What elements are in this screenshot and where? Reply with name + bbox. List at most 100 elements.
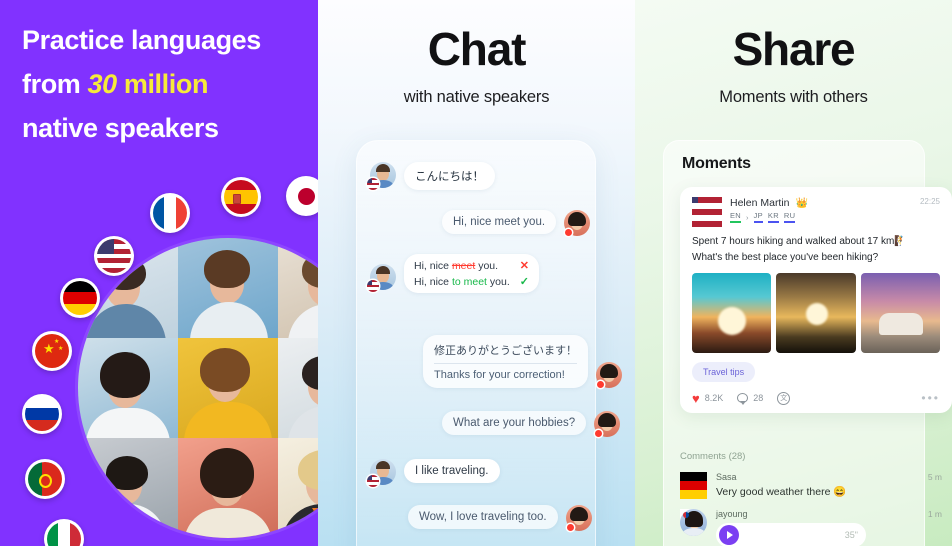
flag-france: [150, 193, 190, 233]
headline-line-2-pre: from: [22, 69, 88, 99]
comment-action[interactable]: 28: [737, 393, 764, 405]
comment-time: 5 m: [927, 472, 942, 482]
headline-line-2-post: million: [116, 69, 209, 99]
comment-text: Very good weather there 😄: [716, 486, 847, 498]
avatar: [367, 459, 396, 487]
correction-right-pre: Hi, nice: [414, 275, 452, 288]
avatar: [367, 162, 396, 190]
chat-title: Chat: [427, 23, 527, 75]
flag-spain: [221, 177, 261, 217]
moment-post[interactable]: Helen Martin 👑 EN › JP KR RU 22:25 Spent…: [680, 187, 952, 413]
message-bubble[interactable]: こんにちは！: [404, 162, 495, 190]
flag-germany: [60, 278, 100, 318]
flag-china: ★ ★ ★: [32, 331, 72, 371]
promo-panel: Practice languages from 30 million nativ…: [0, 0, 318, 546]
comment-author: Sasa: [716, 472, 737, 482]
chat-message-row: Hi, nice meet you.: [442, 210, 591, 236]
avatar: [565, 505, 592, 531]
post-photo[interactable]: [860, 273, 940, 353]
correction-right-post: you.: [486, 275, 510, 288]
moments-card: Moments Helen Martin 👑 EN › JP KR RU 22:…: [663, 140, 952, 546]
flag-usa-mini: [367, 280, 379, 292]
post-tag-chip[interactable]: Travel tips: [692, 362, 756, 382]
headline-number: 30: [87, 69, 118, 99]
correction-wrong-line: Hi, nice meet you. ✕: [414, 259, 529, 273]
comment-count: 28: [753, 393, 764, 403]
comments-header-count: (28): [728, 451, 746, 462]
dual-line-translation: Thanks for your correction!: [434, 369, 565, 381]
lang-tag-ru: RU: [783, 211, 796, 223]
lang-tag-en: EN: [730, 211, 742, 223]
post-photo[interactable]: [692, 273, 772, 353]
promo-headline: Practice languages from 30 million nativ…: [22, 18, 312, 150]
post-body: Spent 7 hours hiking and walked about 17…: [692, 234, 940, 265]
post-photo-grid: [692, 273, 940, 353]
correction-right-line: Hi, nice to meet you. ✓: [414, 275, 529, 289]
moments-card-title: Moments: [682, 155, 751, 172]
voice-message[interactable]: 35": [716, 523, 866, 546]
lang-tag-jp: JP: [753, 211, 763, 223]
correction-wrong-post: you.: [475, 259, 499, 272]
share-title: Share: [732, 23, 856, 75]
headline-line-1: Practice languages: [22, 25, 261, 55]
avatar: [564, 210, 591, 236]
comment-item[interactable]: jayoung 1 m 35": [680, 509, 942, 546]
chevron-right-icon: ›: [746, 212, 749, 222]
comment-icon: [737, 393, 749, 405]
play-icon[interactable]: [719, 525, 739, 545]
share-subtitle: Moments with others: [719, 88, 868, 106]
dual-message-bubble[interactable]: 修正ありがとうございます！ Thanks for your correction…: [423, 335, 588, 388]
flag-usa-mini: [692, 197, 722, 227]
post-language-tags: EN › JP KR RU: [730, 211, 808, 223]
message-bubble[interactable]: What are your hobbies?: [442, 411, 587, 435]
post-photo[interactable]: [776, 273, 856, 353]
more-icon[interactable]: •••: [921, 391, 940, 405]
message-bubble[interactable]: Wow, I love traveling too.: [408, 505, 558, 529]
cross-icon: ✕: [519, 260, 529, 272]
avatar[interactable]: [680, 509, 707, 536]
post-action-bar: ♥ 8.2K 28 文 •••: [692, 391, 940, 405]
chat-message-row: I like traveling.: [367, 459, 500, 487]
chat-message-row: こんにちは！: [367, 162, 495, 190]
avatar[interactable]: [692, 197, 722, 227]
unread-dot: [565, 229, 573, 236]
message-bubble[interactable]: I like traveling.: [404, 459, 500, 483]
chat-message-row: Wow, I love traveling too.: [408, 505, 592, 531]
lang-tag-kr: KR: [767, 211, 779, 223]
chat-message-row: 修正ありがとうございます！ Thanks for your correction…: [423, 335, 622, 388]
translate-action[interactable]: 文: [777, 391, 791, 405]
message-bubble[interactable]: Hi, nice meet you.: [442, 210, 557, 234]
crown-icon: 👑: [795, 197, 808, 209]
comment-item[interactable]: Sasa 5 m Very good weather there 😄: [680, 472, 942, 499]
screenshot-stage: Practice languages from 30 million nativ…: [0, 0, 952, 546]
post-header: Helen Martin 👑 EN › JP KR RU 22:25: [692, 197, 940, 227]
post-body-line-2: What's the best place you've been hiking…: [692, 251, 879, 263]
flag-italy: [44, 519, 84, 546]
heart-icon: ♥: [692, 390, 700, 406]
like-action[interactable]: ♥ 8.2K: [692, 392, 723, 405]
avatar[interactable]: [680, 472, 707, 499]
avatar: [594, 411, 621, 437]
share-panel: Share Moments with others Moments Helen …: [635, 0, 952, 546]
chat-subtitle: with native speakers: [403, 88, 550, 106]
translate-icon: 文: [777, 391, 791, 405]
post-body-line-1: Spent 7 hours hiking and walked about 17…: [692, 236, 895, 247]
flag-usa: [94, 236, 134, 276]
check-icon: ✓: [519, 276, 529, 288]
chat-message-row: Hi, nice meet you. ✕ Hi, nice to meet yo…: [367, 254, 539, 293]
correction-right-green: to meet: [451, 275, 487, 288]
flag-russia: [22, 394, 62, 434]
dual-line-original: 修正ありがとうございます！: [434, 342, 577, 364]
correction-bubble[interactable]: Hi, nice meet you. ✕ Hi, nice to meet yo…: [404, 254, 539, 293]
comments-header-label: Comments: [680, 451, 726, 462]
flag-japan: [286, 176, 318, 216]
flag-portugal: [25, 459, 65, 499]
avatar: [596, 362, 622, 388]
headline-line-3: native speakers: [22, 113, 219, 143]
unread-dot: [597, 381, 604, 388]
flag-usa-mini: [367, 178, 379, 190]
flag-germany-mini: [680, 472, 707, 499]
chat-message-row: What are your hobbies?: [442, 411, 621, 437]
chat-panel: Chat with native speakers こんにちは！ Hi, nic…: [318, 0, 635, 546]
correction-wrong-pre: Hi, nice: [414, 259, 452, 272]
